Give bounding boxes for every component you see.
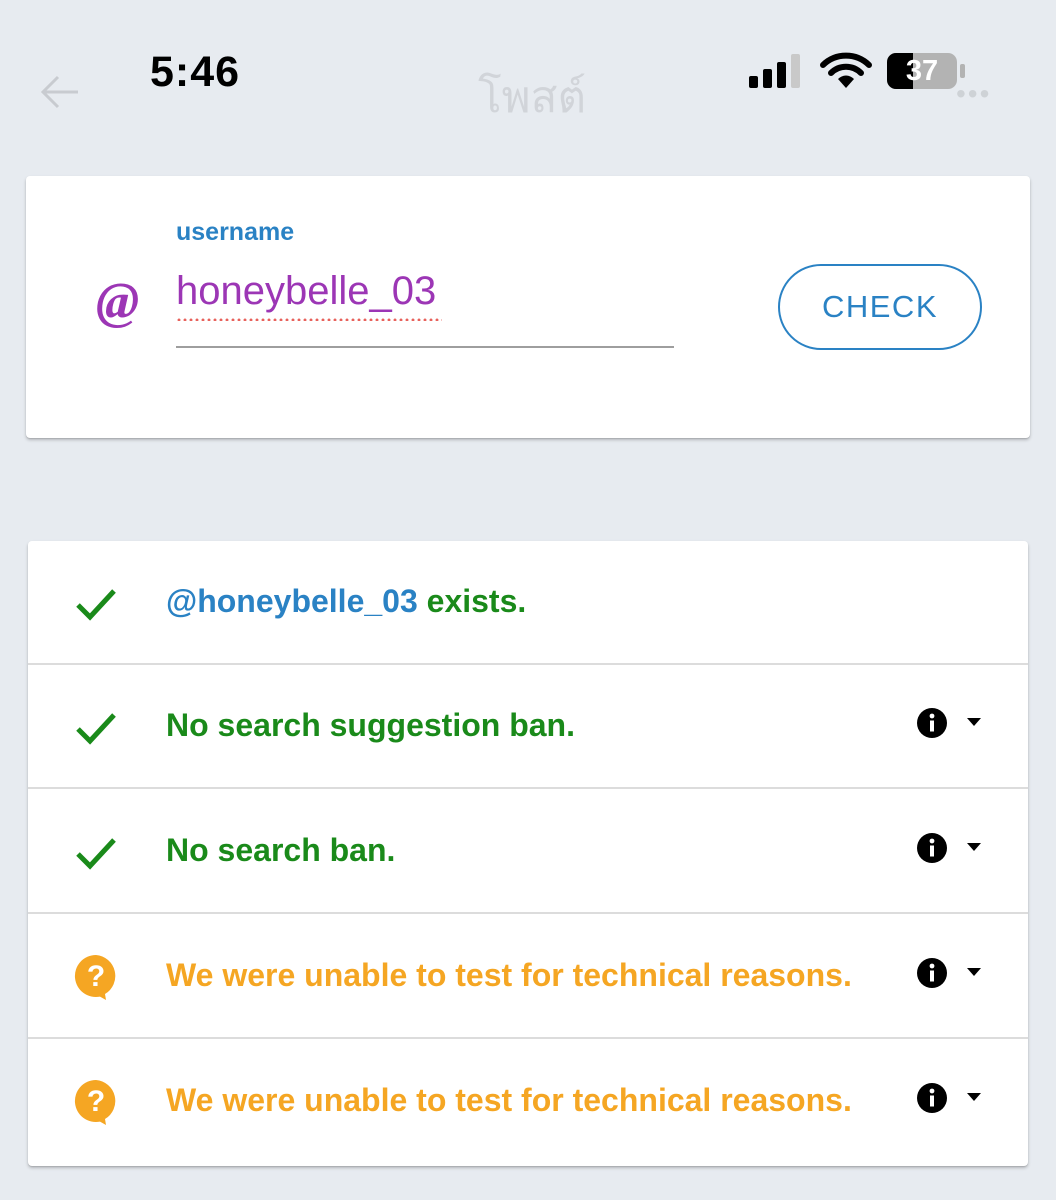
result-handle[interactable]: @honeybelle_03 <box>166 583 418 619</box>
chevron-down-icon[interactable] <box>966 717 982 727</box>
svg-text:?: ? <box>87 1085 105 1118</box>
result-message: No search ban. <box>166 832 396 868</box>
result-row-ghost-ban[interactable]: ? We were unable to test for technical r… <box>28 915 1028 1039</box>
info-icon[interactable] <box>916 1082 948 1114</box>
result-message: We were unable to test for technical rea… <box>166 957 852 993</box>
question-icon: ? <box>74 1079 116 1125</box>
background-title: โพสต์ <box>478 72 587 123</box>
check-icon <box>76 713 116 745</box>
check-button[interactable]: CHECK <box>778 264 982 350</box>
username-label: username <box>176 218 295 246</box>
back-arrow-icon[interactable] <box>40 74 80 110</box>
check-icon <box>76 838 116 870</box>
wifi-icon <box>820 52 872 88</box>
username-input[interactable] <box>176 268 674 348</box>
result-row-reply-deboost[interactable]: ? We were unable to test for technical r… <box>28 1040 1028 1164</box>
question-icon: ? <box>74 954 116 1000</box>
chevron-down-icon[interactable] <box>966 842 982 852</box>
username-search-card: @ username CHECK <box>26 176 1030 438</box>
svg-text:?: ? <box>87 960 105 993</box>
check-icon <box>76 589 116 621</box>
info-icon[interactable] <box>916 832 948 864</box>
at-sign-icon: @ <box>96 273 140 330</box>
info-icon[interactable] <box>916 707 948 739</box>
result-text: @honeybelle_03 exists. <box>166 583 526 620</box>
cellular-signal-icon <box>749 54 800 88</box>
result-row-exists: @honeybelle_03 exists. <box>28 541 1028 665</box>
clock: 5:46 <box>150 48 241 96</box>
result-message: exists. <box>417 583 527 619</box>
status-bar: โพสต์ ••• 5:46 37 <box>0 0 1056 150</box>
battery-level: 37 <box>905 55 939 87</box>
result-message: No search suggestion ban. <box>166 707 575 743</box>
result-row-suggestion-ban[interactable]: No search suggestion ban. <box>28 665 1028 789</box>
result-row-search-ban[interactable]: No search ban. <box>28 790 1028 914</box>
spellcheck-underline <box>176 318 442 321</box>
chevron-down-icon[interactable] <box>966 1092 982 1102</box>
result-message: We were unable to test for technical rea… <box>166 1082 852 1118</box>
chevron-down-icon[interactable] <box>966 967 982 977</box>
results-list: @honeybelle_03 exists. No search suggest… <box>28 541 1028 1166</box>
info-icon[interactable] <box>916 957 948 989</box>
